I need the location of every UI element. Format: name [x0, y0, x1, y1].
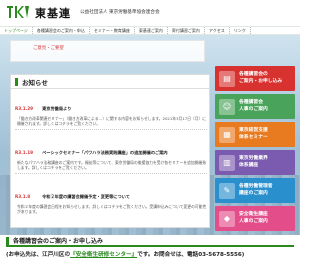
news-body: 「働き方改革関連セミナー」（働き方改革による…）に関する内容をお知らせします。2… [17, 116, 207, 126]
contact-prefix: (お申込先は、江戸川区の [6, 252, 71, 258]
nav-item-courses[interactable]: 各種講習会のご案内・申込 [33, 27, 90, 34]
news-heading-text: お知らせ [22, 78, 48, 87]
news-item: R3.1.19 ベーシックセミナー「パワハラ法務実践講座」の追加開催のご案内 新… [15, 139, 207, 174]
notice-banner[interactable]: ご意見・ご要望 [10, 40, 205, 62]
sidebar-button-managers[interactable]: ✎ 各種労働管理者 講座のご案内 [215, 178, 295, 203]
training-center-link[interactable]: 『安全衛生研修センター』 [70, 252, 137, 258]
news-title[interactable]: ベーシックセミナー「パワハラ法務実践講座」の追加開催のご案内 [42, 150, 168, 155]
shield-icon: ◆ [219, 210, 235, 227]
contact-suffix: です。お問合せは、電話03-5678-5556) [137, 252, 245, 258]
organization-name: 公益社団法人 東京労働基準協会連合会 [80, 10, 160, 15]
main-navigation: トップページ 各種講習会のご案内・申込 セミナー・教育講座 東基連ご案内 寄付講… [0, 26, 300, 35]
sidebar-button-label: 各種講習会 人事のご案内 [239, 100, 268, 112]
brand-name: 東基連 [35, 7, 71, 20]
news-body: 令和２年度の講習会日程をお知らせします。詳しくはコチラをご覧ください。受講申込み… [17, 204, 207, 214]
sidebar-button-courses[interactable]: ▤ 各種講習会の ご案内・お申し込み [215, 66, 295, 91]
news-panel: お知らせ R3.1.29 東京労働局より 「働き方改革関連セミナー」（働き方改革… [10, 74, 210, 228]
divider [15, 173, 207, 174]
nav-item-links[interactable]: リンク [230, 27, 251, 34]
chart-icon: ▥ [219, 154, 235, 171]
nav-item-donation[interactable]: 寄付講習ご案内 [168, 27, 205, 34]
sidebar-buttons: ▤ 各種講習会の ご案内・お申し込み ☺ 各種講習会 人事のご案内 ▦ 東京経営… [215, 66, 295, 234]
pencil-icon: ✎ [219, 182, 235, 199]
notice-banner-text[interactable]: ご意見・ご要望 [33, 46, 133, 52]
divider [15, 129, 207, 130]
news-item: R3.1.29 東京労働局より 「働き方改革関連セミナー」（働き方改革による…）… [15, 95, 207, 130]
people-icon: ☺ [219, 98, 235, 115]
book-icon: ▤ [219, 70, 235, 87]
contact-heading-text: 各種講習会のご案内・お申し込み [13, 238, 104, 245]
sidebar-button-label: 各種労働管理者 講座のご案内 [239, 184, 273, 196]
nav-item-seminars[interactable]: セミナー・教育講座 [90, 27, 135, 34]
news-title[interactable]: 東京労働局より [42, 106, 71, 111]
news-title[interactable]: 令和２年度の講習会開催予定・変更等について [42, 194, 130, 199]
sidebar-button-label: 東京経営支援 体系セミナー [239, 128, 268, 140]
news-heading: お知らせ [11, 75, 209, 89]
sidebar-button-label: 安全衛生講座 人事のご案内 [239, 212, 268, 224]
news-date: R3.1.29 [15, 106, 34, 111]
sidebar-button-labor[interactable]: ▥ 東京労働業界 体系講座 [215, 150, 295, 175]
heading-accent-bar [15, 77, 18, 86]
sidebar-button-label: 東京労働業界 体系講座 [239, 156, 268, 168]
news-body: 新たなパワハラ法務講座のご案内です。福祉等について、東京労働局の後援協力を受け各… [17, 160, 207, 170]
contact-heading: 各種講習会のご案内・お申し込み [6, 236, 294, 247]
heading-accent-bar [6, 236, 9, 245]
contact-section: 各種講習会のご案内・お申し込み (お申込先は、江戸川区の『安全衛生研修センター』… [0, 235, 300, 259]
nav-item-top[interactable]: トップページ [0, 27, 33, 34]
calendar-icon: ▦ [219, 126, 235, 143]
sidebar-button-label: 各種講習会の ご案内・お申し込み [239, 72, 283, 84]
news-date: R3.1.19 [15, 150, 34, 155]
sidebar-button-safety[interactable]: ◆ 安全衛生講座 人事のご案内 [215, 206, 295, 231]
news-date: R3.1.8 [15, 194, 31, 199]
contact-info: (お申込先は、江戸川区の『安全衛生研修センター』です。お問合せは、電話03-56… [6, 250, 244, 258]
news-item: R3.1.8 令和２年度の講習会開催予定・変更等について 令和２年度の講習会日程… [15, 183, 207, 214]
sidebar-button-seminars[interactable]: ▦ 東京経営支援 体系セミナー [215, 122, 295, 147]
site-header: 東基連 公益社団法人 東京労働基準協会連合会 [0, 0, 300, 26]
logo-icon[interactable] [7, 6, 31, 18]
nav-item-about[interactable]: 東基連ご案内 [135, 27, 168, 34]
sidebar-button-personnel[interactable]: ☺ 各種講習会 人事のご案内 [215, 94, 295, 119]
nav-item-access[interactable]: アクセス [205, 27, 230, 34]
